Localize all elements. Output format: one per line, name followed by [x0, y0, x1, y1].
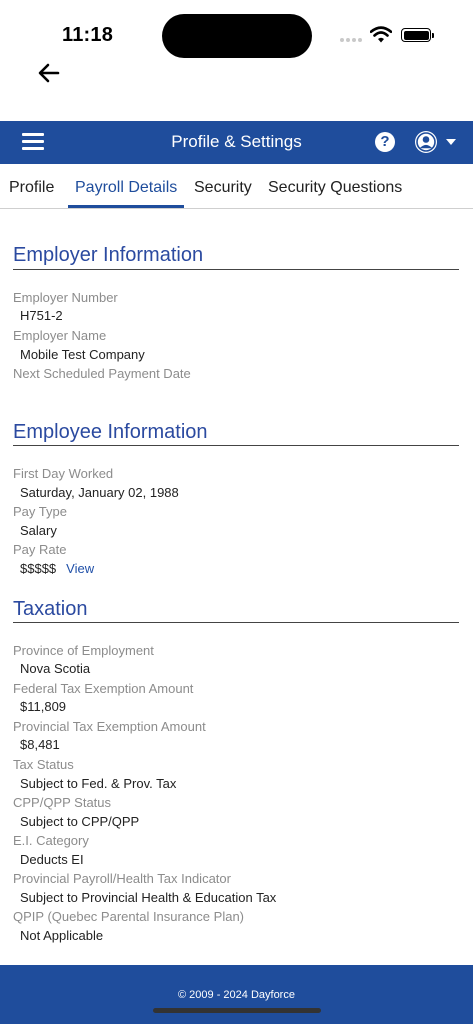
field-value: Not Applicable [20, 928, 104, 943]
field-label: Pay Rate [13, 542, 67, 557]
status-bar: 11:18 [0, 0, 473, 60]
view-pay-rate-link[interactable]: View [66, 561, 94, 576]
field-label: Provincial Tax Exemption Amount [13, 719, 206, 734]
caret-down-icon[interactable] [446, 139, 456, 145]
section-title-employee: Employee Information [13, 421, 208, 443]
home-indicator[interactable] [153, 1008, 321, 1013]
active-tab-indicator [68, 205, 184, 208]
field-value: H751-2 [20, 308, 63, 323]
field-value: Saturday, January 02, 1988 [20, 485, 179, 500]
app-header: Profile & Settings ? [0, 121, 473, 164]
section-divider [13, 622, 459, 623]
field-value: Nova Scotia [20, 661, 91, 676]
field-value: Subject to Fed. & Prov. Tax [20, 776, 177, 791]
pay-rate-value: $$$$$ View [20, 561, 94, 576]
tab-profile[interactable]: Profile [9, 179, 54, 197]
section-divider [13, 445, 459, 446]
field-label: Next Scheduled Payment Date [13, 366, 191, 381]
field-value: Salary [20, 523, 57, 538]
copyright-text: © 2009 - 2024 Dayforce [178, 989, 295, 1001]
field-label: CPP/QPP Status [13, 795, 112, 810]
tab-payroll-details[interactable]: Payroll Details [75, 179, 177, 197]
field-label: Tax Status [13, 757, 74, 772]
section-title-employer: Employer Information [13, 244, 204, 266]
clock: 11:18 [62, 24, 114, 46]
field-value: $8,481 [20, 737, 60, 752]
back-arrow-icon[interactable] [34, 58, 64, 88]
section-title-taxation: Taxation [13, 598, 88, 620]
user-circle-icon[interactable] [414, 130, 438, 154]
field-label: QPIP (Quebec Parental Insurance Plan) [13, 909, 244, 924]
tab-security[interactable]: Security [194, 179, 252, 197]
field-label: Federal Tax Exemption Amount [13, 681, 194, 696]
field-value: Subject to CPP/QPP [20, 814, 140, 829]
field-label: Employer Name [13, 328, 107, 343]
tab-bar: Profile Payroll Details Security Securit… [0, 164, 473, 209]
dynamic-island [162, 14, 312, 58]
field-value: Subject to Provincial Health & Education… [20, 890, 277, 905]
field-label: Province of Employment [13, 643, 154, 658]
signal-dots-icon [340, 38, 364, 42]
field-value: $11,809 [20, 699, 67, 714]
wifi-icon [370, 26, 392, 43]
field-label: Pay Type [13, 504, 67, 519]
field-value: Mobile Test Company [20, 347, 145, 362]
field-label: E.I. Category [13, 833, 89, 848]
help-icon[interactable]: ? [375, 132, 395, 152]
tab-security-questions[interactable]: Security Questions [268, 179, 402, 197]
field-label: First Day Worked [13, 466, 114, 481]
section-divider [13, 269, 459, 270]
page-title: Profile & Settings [171, 132, 302, 151]
field-value: Deducts EI [20, 852, 84, 867]
footer: © 2009 - 2024 Dayforce [0, 965, 473, 1024]
battery-icon [401, 28, 434, 42]
field-label: Employer Number [13, 290, 118, 305]
pay-rate-masked: $$$$$ [20, 561, 57, 576]
field-label: Provincial Payroll/Health Tax Indicator [13, 871, 231, 886]
